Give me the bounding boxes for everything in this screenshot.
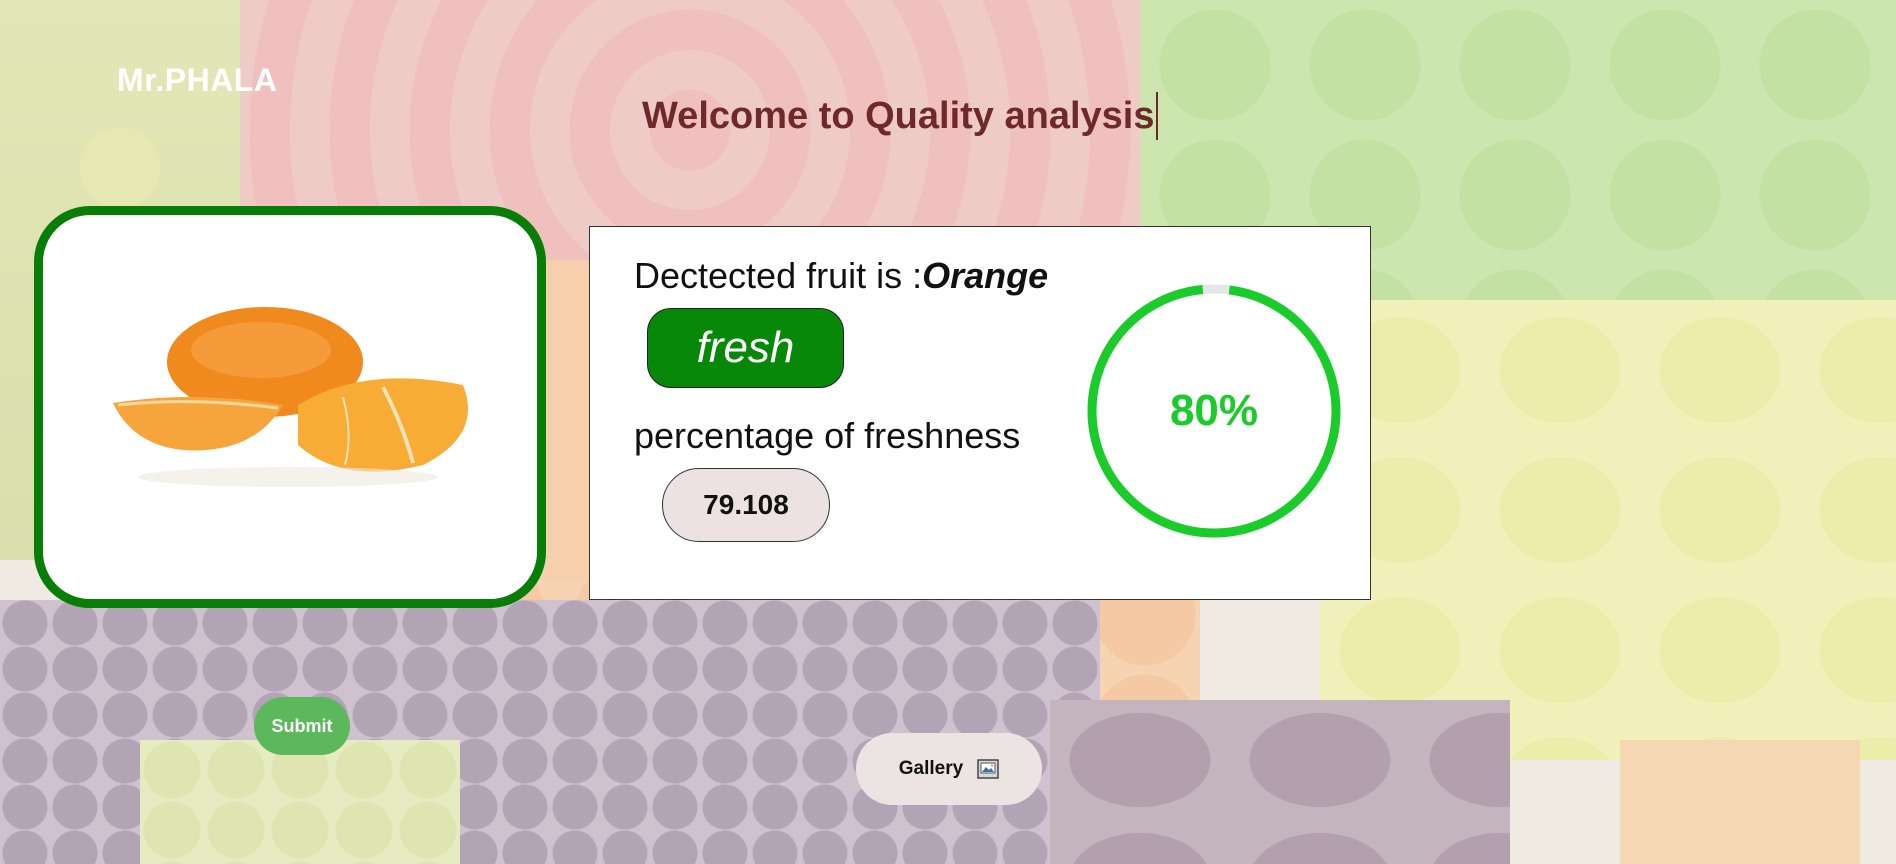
brand-logo[interactable]: Mr.PHALA bbox=[117, 62, 277, 99]
detected-fruit-line: Dectected fruit is :Orange bbox=[634, 255, 1048, 297]
analysis-result-panel: Dectected fruit is :Orange fresh percent… bbox=[589, 226, 1371, 600]
gauge-percentage-text: 80% bbox=[1169, 386, 1259, 435]
gallery-button[interactable]: Gallery bbox=[856, 733, 1042, 805]
page-title: Welcome to Quality analysis bbox=[642, 92, 1159, 140]
gallery-button-label: Gallery bbox=[898, 758, 964, 779]
detected-fruit-name: Orange bbox=[922, 255, 1049, 296]
orange-image bbox=[113, 307, 468, 487]
freshness-percentage-label: percentage of freshness bbox=[634, 415, 1021, 456]
freshness-percentage-value: 79.108 bbox=[662, 468, 830, 542]
uploaded-image-preview bbox=[34, 206, 546, 608]
submit-button[interactable]: Submit bbox=[254, 697, 350, 755]
freshness-status-badge: fresh bbox=[647, 308, 844, 388]
detected-fruit-label: Dectected fruit is : bbox=[634, 255, 923, 296]
gallery-icon bbox=[977, 759, 999, 779]
